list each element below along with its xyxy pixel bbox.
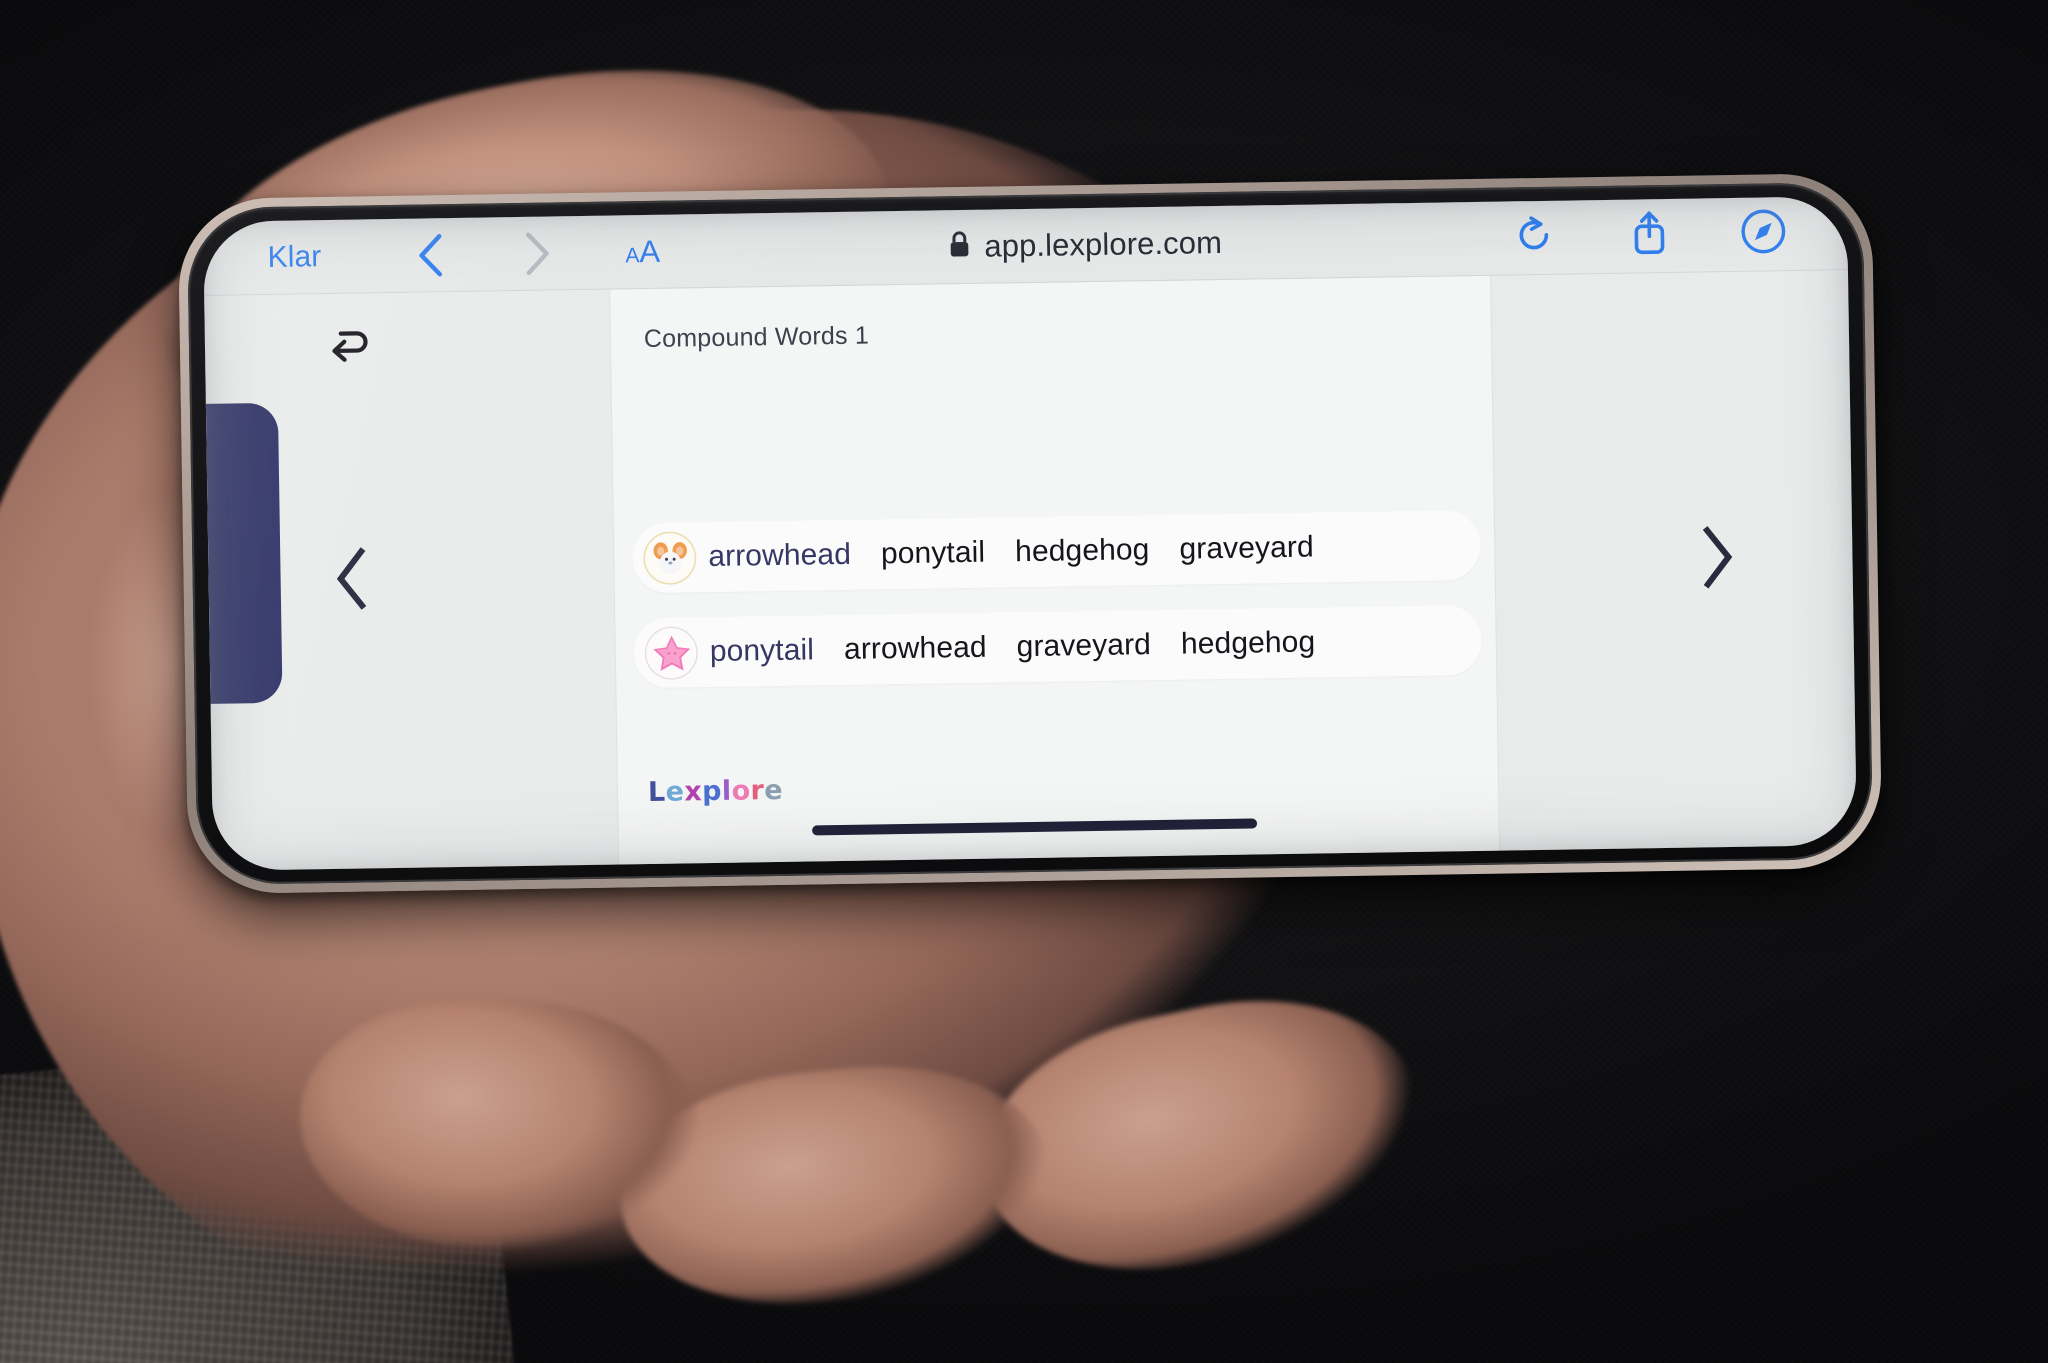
previous-page-button[interactable] xyxy=(312,536,393,627)
word-chip[interactable]: ponytail xyxy=(710,633,815,669)
safari-compass-icon xyxy=(1739,207,1788,261)
iphone-device: Klar AA app.lexplore.com Compound Words … xyxy=(177,172,1883,895)
exercise-card: Compound Words 1 arrowhead ponytail hedg… xyxy=(610,275,1500,865)
word-chip[interactable]: arrowhead xyxy=(708,538,851,574)
logo-letter: l xyxy=(721,775,732,807)
mouse-avatar-icon xyxy=(642,530,697,585)
word-chip[interactable]: graveyard xyxy=(1016,628,1151,664)
browser-forward-button[interactable] xyxy=(509,226,564,281)
text-size-button[interactable]: AA xyxy=(625,233,661,270)
undo-arrow-icon xyxy=(328,327,375,373)
undo-button[interactable] xyxy=(320,321,383,378)
word-list: ponytail arrowhead graveyard hedgehog xyxy=(710,626,1316,670)
notch-side-tab xyxy=(205,402,283,704)
logo-letter: L xyxy=(647,776,666,809)
lock-icon xyxy=(947,229,972,263)
text-size-small-a: A xyxy=(625,244,640,268)
address-bar[interactable]: app.lexplore.com xyxy=(690,220,1480,268)
word-list: arrowhead ponytail hedgehog graveyard xyxy=(708,531,1314,575)
phone-bezel: Klar AA app.lexplore.com Compound Words … xyxy=(186,181,1874,886)
url-text: app.lexplore.com xyxy=(984,224,1223,264)
share-icon xyxy=(1629,209,1670,263)
text-size-large-a: A xyxy=(639,233,661,270)
back-to-app-button[interactable]: Klar xyxy=(267,240,321,275)
word-rows: arrowhead ponytail hedgehog graveyard po… xyxy=(631,509,1483,713)
star-avatar-icon xyxy=(644,625,699,680)
chevron-right-icon xyxy=(519,230,554,277)
browser-back-button[interactable] xyxy=(403,227,458,282)
next-page-button[interactable] xyxy=(1676,514,1757,605)
page-title: Compound Words 1 xyxy=(643,321,870,354)
web-page-content: Compound Words 1 arrowhead ponytail hedg… xyxy=(204,270,1857,871)
logo-letter: o xyxy=(731,775,751,807)
share-button[interactable] xyxy=(1623,209,1676,262)
tabs-button[interactable] xyxy=(1737,208,1790,261)
chevron-left-icon xyxy=(329,545,376,617)
word-chip[interactable]: arrowhead xyxy=(844,631,987,667)
word-chip[interactable]: graveyard xyxy=(1179,531,1314,567)
logo-letter: p xyxy=(701,775,723,808)
word-chip[interactable]: hedgehog xyxy=(1015,533,1150,569)
lexplore-logo: Lexplore xyxy=(648,775,783,808)
word-chip[interactable]: hedgehog xyxy=(1181,626,1316,662)
toolbar-left-group: Klar AA xyxy=(267,224,660,284)
word-chip[interactable]: ponytail xyxy=(881,536,986,572)
phone-screen: Klar AA app.lexplore.com Compound Words … xyxy=(203,196,1857,871)
logo-letter: x xyxy=(684,776,703,808)
logo-letter: e xyxy=(665,776,685,808)
photo-scene: Klar AA app.lexplore.com Compound Words … xyxy=(0,0,2048,1363)
toolbar-gap xyxy=(457,254,509,255)
chevron-left-icon xyxy=(413,232,448,279)
reload-icon xyxy=(1515,214,1556,262)
logo-letter: e xyxy=(763,774,784,807)
toolbar-right-group xyxy=(1509,208,1790,264)
reload-button[interactable] xyxy=(1509,211,1562,264)
table-row[interactable]: arrowhead ponytail hedgehog graveyard xyxy=(631,509,1481,594)
table-row[interactable]: ponytail arrowhead graveyard hedgehog xyxy=(633,604,1483,689)
logo-letter: r xyxy=(750,775,765,807)
chevron-right-icon xyxy=(1693,524,1740,596)
